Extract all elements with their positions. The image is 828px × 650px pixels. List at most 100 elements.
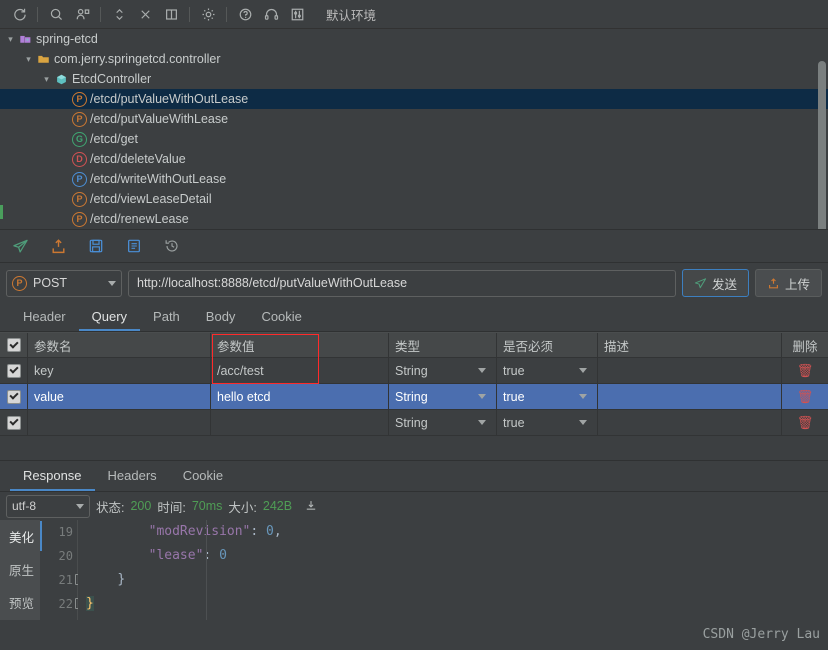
size-label: 大小: — [228, 500, 257, 515]
status-label: 状态: — [96, 500, 125, 515]
search-icon[interactable] — [43, 2, 69, 26]
upload-icon[interactable] — [48, 236, 68, 256]
param-required-select[interactable]: true — [497, 410, 598, 435]
expand-collapse-icon[interactable] — [106, 2, 132, 26]
tree-node[interactable]: P/etcd/putValueWithOutLease — [0, 89, 828, 109]
response-view-tab[interactable]: 预览 — [0, 586, 40, 619]
split-panel-icon[interactable] — [158, 2, 184, 26]
chevron-down-icon[interactable]: ▾ — [4, 34, 17, 45]
download-icon[interactable] — [304, 499, 318, 513]
request-tabs: Header Query Path Body Cookie — [0, 303, 828, 332]
tab-path[interactable]: Path — [140, 303, 193, 331]
close-icon[interactable] — [132, 2, 158, 26]
param-type-select[interactable]: String — [389, 358, 497, 383]
send-button[interactable]: 发送 — [681, 269, 749, 297]
params-table-header: 参数名 参数值 类型 是否必须 描述 删除 — [0, 333, 828, 358]
tree-node[interactable]: ▾ spring-etcd — [0, 29, 828, 49]
help-icon[interactable] — [232, 2, 258, 26]
time-label: 时间: — [157, 500, 186, 515]
tree-node-label: /etcd/renewLease — [90, 212, 189, 226]
document-icon[interactable] — [124, 236, 144, 256]
row-checkbox[interactable] — [0, 410, 28, 435]
refresh-icon[interactable] — [6, 2, 32, 26]
delete-badge-icon: D — [71, 151, 88, 167]
response-tab-response[interactable]: Response — [10, 461, 95, 491]
package-folder-icon — [35, 53, 52, 66]
tree-node[interactable]: P/etcd/putValueWithLease — [0, 109, 828, 129]
gear-icon[interactable] — [195, 2, 221, 26]
response-tab-headers[interactable]: Headers — [95, 461, 170, 491]
time-value: 70ms — [191, 499, 223, 513]
tree-node[interactable]: D/etcd/deleteValue — [0, 149, 828, 169]
chevron-down-icon[interactable]: ▾ — [40, 74, 53, 85]
encoding-select[interactable]: utf-8 — [6, 494, 90, 518]
delete-row-button[interactable]: 🗑 — [782, 358, 828, 383]
save-icon[interactable] — [86, 236, 106, 256]
table-row[interactable]: key/acc/test String true 🗑 — [0, 358, 828, 384]
delete-row-button[interactable]: 🗑 — [782, 384, 828, 409]
http-method-select[interactable]: P POST — [6, 269, 122, 297]
active-view-indicator — [40, 521, 42, 551]
tree-node-label: /etcd/putValueWithLease — [90, 112, 229, 126]
param-required-select[interactable]: true — [497, 358, 598, 383]
environment-label[interactable]: 默认环境 — [326, 5, 376, 24]
tree-scrollbar[interactable] — [818, 61, 826, 229]
headphones-icon[interactable] — [258, 2, 284, 26]
add-person-icon[interactable] — [69, 2, 95, 26]
line-number: 22 — [40, 592, 86, 616]
select-all-checkbox[interactable] — [0, 333, 28, 357]
param-value-cell[interactable]: hello etcd — [211, 384, 389, 409]
param-type-select[interactable]: String — [389, 410, 497, 435]
code-line: "modRevision": 0, — [148, 524, 282, 539]
response-code[interactable]: "modRevision": 0, "lease": 0 }} — [78, 520, 828, 620]
url-input[interactable]: http://localhost:8888/etcd/putValueWithO… — [128, 269, 676, 297]
response-tab-cookie[interactable]: Cookie — [170, 461, 236, 491]
sliders-icon[interactable] — [284, 2, 310, 26]
post-badge-icon: P — [71, 211, 88, 227]
tree-node[interactable]: G/etcd/get — [0, 129, 828, 149]
column-header: 参数名 — [28, 333, 211, 357]
row-checkbox[interactable] — [0, 384, 28, 409]
tree-node[interactable]: ▾ EtcdController — [0, 69, 828, 89]
param-name-cell[interactable]: key — [28, 358, 211, 383]
param-name-cell[interactable] — [28, 410, 211, 435]
column-header: 描述 — [598, 333, 782, 357]
post-badge-icon: P — [12, 275, 27, 291]
table-row[interactable]: String true 🗑 — [0, 410, 828, 436]
history-icon[interactable] — [162, 236, 182, 256]
response-view-tab[interactable]: 原生 — [0, 553, 40, 586]
tree-node[interactable]: ▾ com.jerry.springetcd.controller — [0, 49, 828, 69]
upload-button[interactable]: 上传 — [754, 269, 822, 297]
main-toolbar: 默认环境 — [0, 0, 828, 29]
chevron-down-icon[interactable]: ▾ — [22, 54, 35, 65]
tab-header[interactable]: Header — [10, 303, 79, 331]
param-value-cell[interactable] — [211, 410, 389, 435]
request-actions-toolbar — [0, 230, 828, 263]
param-desc-cell[interactable] — [598, 410, 782, 435]
row-checkbox[interactable] — [0, 358, 28, 383]
response-view-tab[interactable]: 美化 — [0, 520, 40, 553]
table-row[interactable]: value hello etcd String true 🗑 — [0, 384, 828, 410]
param-type-select[interactable]: String — [389, 384, 497, 409]
send-plane-icon[interactable] — [10, 236, 30, 256]
http-method-value: POST — [33, 276, 68, 290]
tab-body[interactable]: Body — [193, 303, 249, 331]
tab-cookie[interactable]: Cookie — [248, 303, 314, 331]
tree-node[interactable]: P/etcd/writeWithOutLease — [0, 169, 828, 189]
param-desc-cell[interactable] — [598, 384, 782, 409]
param-desc-cell[interactable] — [598, 358, 782, 383]
tree-node[interactable]: P/etcd/renewLease — [0, 209, 828, 229]
chevron-down-icon — [108, 280, 116, 286]
tree-node-label: /etcd/get — [90, 132, 138, 146]
indent-guide — [206, 520, 207, 620]
param-required-select[interactable]: true — [497, 384, 598, 409]
json-value: 0 — [219, 548, 227, 563]
delete-row-button[interactable]: 🗑 — [782, 410, 828, 435]
tree-node[interactable]: P/etcd/viewLeaseDetail — [0, 189, 828, 209]
param-value-cell[interactable]: /acc/test — [211, 358, 389, 383]
param-name-cell[interactable]: value — [28, 384, 211, 409]
size-value: 242B — [262, 499, 293, 513]
response-tabs: Response Headers Cookie — [0, 461, 828, 492]
chevron-down-icon — [76, 503, 84, 509]
tab-query[interactable]: Query — [78, 303, 141, 331]
